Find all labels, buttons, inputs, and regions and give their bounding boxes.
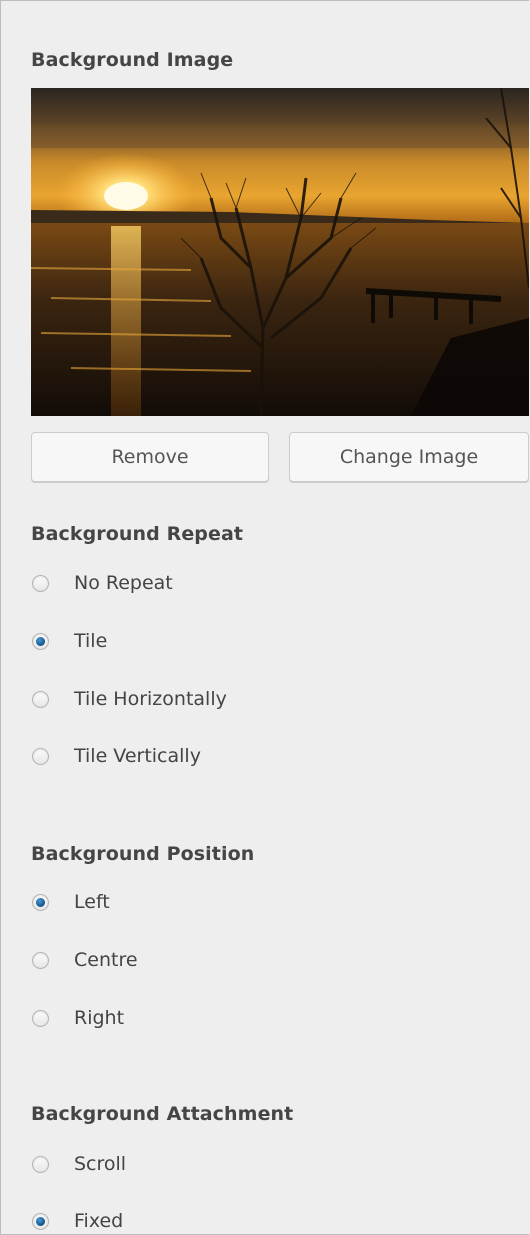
radio-no-repeat[interactable]: No Repeat (32, 568, 173, 598)
radio-right[interactable]: Right (32, 1003, 124, 1033)
remove-button[interactable]: Remove (31, 432, 269, 482)
radio-label: Centre (74, 949, 138, 971)
customizer-background-panel: Background Image Remove Change Image Bac… (0, 0, 529, 1235)
radio-tile[interactable]: Tile (32, 626, 107, 656)
radio-label: Tile Horizontally (74, 688, 227, 710)
radio-button[interactable] (32, 632, 49, 650)
radio-button[interactable] (32, 951, 49, 969)
background-image-title: Background Image (31, 49, 234, 71)
radio-button[interactable] (32, 1212, 49, 1230)
radio-button[interactable] (32, 893, 49, 911)
radio-label: Tile (74, 630, 108, 652)
radio-scroll[interactable]: Scroll (32, 1149, 126, 1179)
radio-button[interactable] (32, 690, 49, 708)
radio-label: Fixed (74, 1210, 124, 1232)
radio-tile-vertically[interactable]: Tile Vertically (32, 741, 201, 771)
radio-label: Right (74, 1007, 125, 1029)
sunset-lake-image (31, 88, 529, 416)
background-image-preview[interactable] (31, 88, 529, 416)
background-attachment-title: Background Attachment (31, 1103, 294, 1125)
radio-label: Scroll (74, 1153, 127, 1175)
background-position-title: Background Position (31, 843, 255, 865)
background-repeat-title: Background Repeat (31, 523, 244, 545)
radio-button[interactable] (32, 747, 49, 765)
radio-label: Tile Vertically (74, 745, 201, 767)
radio-button[interactable] (32, 1155, 49, 1173)
radio-left[interactable]: Left (32, 887, 110, 917)
change-image-button[interactable]: Change Image (289, 432, 529, 482)
radio-centre[interactable]: Centre (32, 945, 138, 975)
radio-label: Left (74, 891, 110, 913)
radio-button[interactable] (32, 574, 49, 592)
radio-fixed[interactable]: Fixed (32, 1206, 124, 1234)
radio-label: No Repeat (74, 572, 173, 594)
radio-button[interactable] (32, 1009, 49, 1027)
radio-tile-horizontally[interactable]: Tile Horizontally (32, 684, 227, 714)
